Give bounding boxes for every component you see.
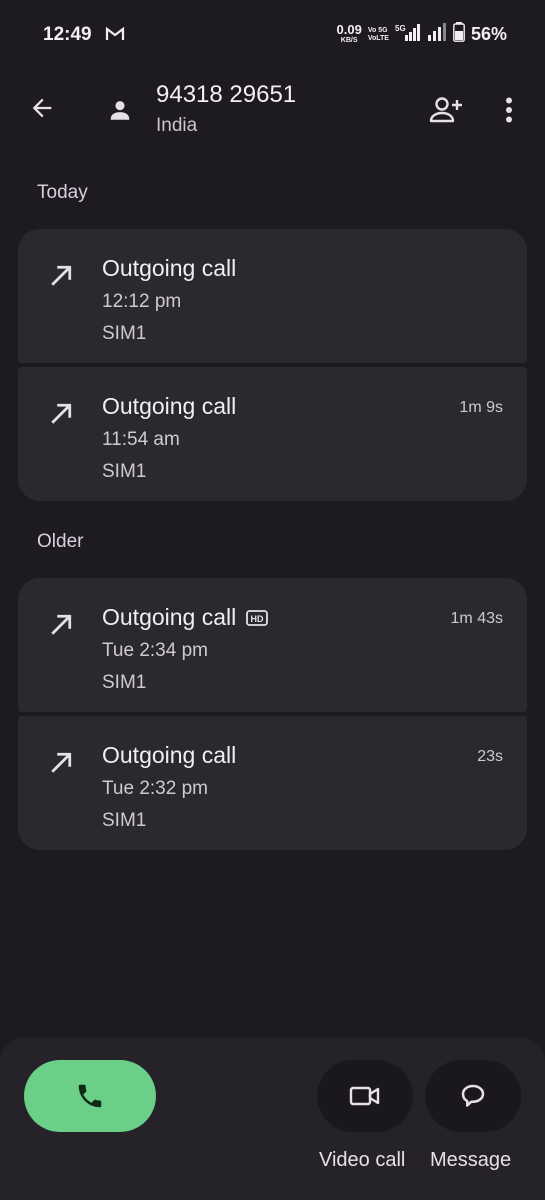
video-call-label: Video call: [319, 1149, 406, 1171]
person-icon: [110, 101, 130, 120]
call-type: Outgoing call: [102, 255, 236, 282]
call-type: Outgoing call: [102, 393, 236, 420]
outgoing-call-icon: [51, 752, 72, 773]
call-duration: 23s: [477, 748, 503, 765]
call-sim: SIM1: [102, 672, 147, 693]
back-button[interactable]: [24, 90, 60, 126]
call-type-label: Outgoing call: [102, 393, 237, 419]
net-speed: 0.09 KB/S: [336, 22, 362, 45]
signal-5g-icon: 5G: [395, 23, 421, 46]
volte-top: Vo 5G: [367, 26, 388, 34]
hd-label: HD: [251, 614, 264, 624]
status-time: 12:49: [43, 24, 92, 45]
app-header: 94318 29651 India: [0, 70, 545, 150]
status-bar: 12:49 0.09 KB/S Vo 5G VoLTE 5G 56%: [0, 0, 545, 70]
video-camera-icon: [349, 1086, 380, 1106]
contact-number: 94318 29651: [156, 81, 297, 108]
call-log-item[interactable]: Outgoing call 11:54 am SIM1 1m 9s: [18, 367, 527, 501]
back-arrow-icon: [32, 98, 52, 118]
call-time: Tue 2:34 pm: [102, 640, 208, 661]
net-speed-value: 0.09: [336, 22, 362, 37]
hd-icon: HD: [246, 609, 269, 626]
call-type: Outgoing call: [102, 742, 236, 769]
status-indicators: 0.09 KB/S Vo 5G VoLTE 5G 56%: [337, 22, 507, 47]
volte-bottom: VoLTE: [367, 34, 389, 42]
outgoing-call-icon: [51, 265, 72, 286]
call-sim: SIM1: [102, 461, 147, 482]
battery-percent: 56%: [470, 24, 507, 44]
call-sim: SIM1: [102, 810, 147, 831]
outgoing-call-icon: [51, 614, 72, 635]
message-icon: [461, 1084, 485, 1107]
call-log-item[interactable]: Outgoing call Tue 2:32 pm SIM1 23s: [18, 716, 527, 850]
call-time: 12:12 pm: [102, 291, 182, 312]
call-type-label: Outgoing call: [102, 255, 237, 281]
video-call-button[interactable]: [317, 1060, 413, 1132]
call-duration: 1m 43s: [450, 610, 503, 627]
call-type-label: Outgoing call: [102, 742, 237, 768]
more-options-button[interactable]: [492, 90, 526, 130]
svg-text:5G: 5G: [395, 24, 406, 33]
section-label-older: Older: [37, 531, 84, 552]
call-duration: 1m 9s: [459, 399, 503, 416]
battery-icon: [453, 22, 465, 47]
bottom-action-bar: Video call Message: [0, 1037, 545, 1200]
call-log-item[interactable]: Outgoing call 12:12 pm SIM1: [18, 229, 527, 363]
call-time: Tue 2:32 pm: [102, 778, 208, 799]
net-speed-unit: KB/S: [340, 37, 358, 44]
gmail-icon: [105, 26, 125, 47]
call-type-label: Outgoing call: [102, 604, 237, 630]
call-sim: SIM1: [102, 323, 147, 344]
contact-region: India: [156, 115, 198, 136]
outgoing-call-icon: [51, 403, 72, 424]
message-button[interactable]: [425, 1060, 521, 1132]
section-label-today: Today: [37, 182, 88, 203]
signal-icon: [427, 23, 447, 46]
call-button[interactable]: [24, 1060, 156, 1132]
avatar: [104, 94, 136, 126]
call-log-item[interactable]: Outgoing call HD Tue 2:34 pm SIM1 1m 43s: [18, 578, 527, 712]
more-vert-icon: [506, 97, 512, 123]
add-contact-button[interactable]: [424, 90, 468, 130]
phone-icon: [78, 1084, 102, 1108]
call-type: Outgoing call HD: [102, 604, 269, 631]
call-time: 11:54 am: [102, 429, 180, 450]
add-person-icon: [429, 97, 462, 123]
volte-indicator: Vo 5G VoLTE: [368, 27, 389, 43]
message-label: Message: [430, 1149, 512, 1171]
